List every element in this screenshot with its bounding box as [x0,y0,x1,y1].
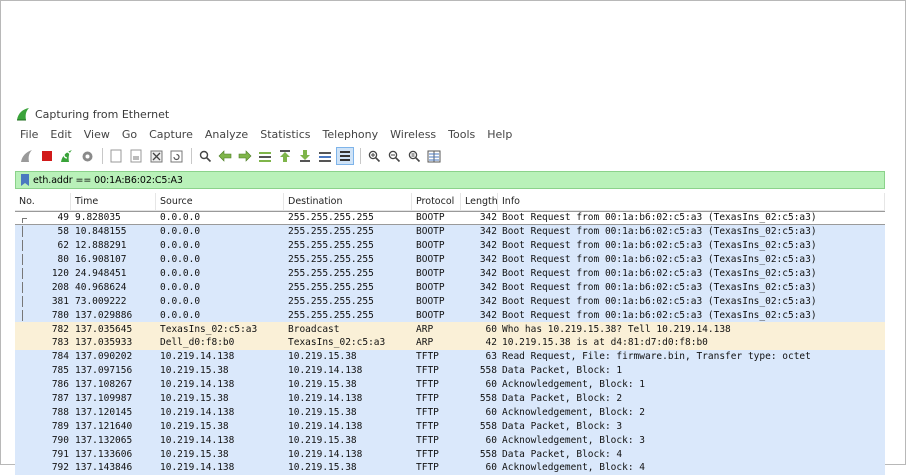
forward-arrow-icon[interactable] [236,147,254,165]
resize-columns-icon[interactable] [425,147,443,165]
window-title: Capturing from Ethernet [35,107,170,121]
packet-row[interactable]: 789 137.121640 10.219.15.38 10.219.14.13… [15,419,885,434]
packet-row[interactable]: 784 137.090202 10.219.14.138 10.219.15.3… [15,349,885,364]
menu-wireless[interactable]: Wireless [384,128,442,141]
menu-bar: File Edit View Go Capture Analyze Statis… [15,125,885,143]
display-filter-bar[interactable]: eth.addr == 00:1A:B6:02:C5:A3 [15,171,885,189]
toolbar-separator [360,148,361,164]
packet-row[interactable]: 58 10.848155 0.0.0.0 255.255.255.255 BOO… [15,224,885,239]
packet-row[interactable]: 208 40.968624 0.0.0.0 255.255.255.255 BO… [15,280,885,295]
menu-statistics[interactable]: Statistics [254,128,316,141]
packet-list: No. Time Source Destination Protocol Len… [15,193,885,475]
packet-row[interactable]: 62 12.888291 0.0.0.0 255.255.255.255 BOO… [15,238,885,253]
column-header-no[interactable]: No. [15,193,71,210]
column-header-source[interactable]: Source [156,193,284,210]
packet-row[interactable]: 80 16.908107 0.0.0.0 255.255.255.255 BOO… [15,252,885,267]
reload-icon[interactable] [167,147,185,165]
conversation-tree-line [20,309,26,321]
title-bar: Capturing from Ethernet [15,104,885,124]
toolbar-separator [191,148,192,164]
conversation-tree-line [20,268,26,279]
conversation-tree-line [20,226,26,238]
menu-help[interactable]: Help [481,128,518,141]
toolbar-separator [102,148,103,164]
wireshark-window: Capturing from Ethernet File Edit View G… [15,104,885,475]
normal-size-icon[interactable] [405,147,423,165]
screenshot-frame: Capturing from Ethernet File Edit View G… [0,0,906,475]
open-file-icon[interactable] [107,147,125,165]
conversation-tree-line [20,240,26,252]
menu-file[interactable]: File [15,128,44,141]
auto-scroll-icon[interactable] [316,147,334,165]
packet-row[interactable]: 785 137.097156 10.219.15.38 10.219.14.13… [15,363,885,378]
go-to-packet-icon[interactable] [256,147,274,165]
wireshark-fin-icon [17,108,29,121]
packet-row[interactable]: 783 137.035933 Dell_d0:f8:b0 TexasIns_02… [15,336,885,350]
first-packet-icon[interactable] [276,147,294,165]
save-file-icon[interactable] [127,147,145,165]
bookmark-icon[interactable] [20,173,30,187]
packet-list-header: No. Time Source Destination Protocol Len… [15,193,885,211]
packet-row[interactable]: 791 137.133606 10.219.15.38 10.219.14.13… [15,447,885,462]
close-file-icon[interactable] [147,147,165,165]
packet-row[interactable]: 782 137.035645 TexasIns_02:c5:a3 Broadca… [15,322,885,337]
conversation-tree-line [20,281,26,293]
conversation-tree-line [20,254,26,266]
packet-row[interactable]: 120 24.948451 0.0.0.0 255.255.255.255 BO… [15,266,885,281]
column-header-length[interactable]: Length [461,193,498,210]
column-header-info[interactable]: Info [498,193,885,210]
last-packet-icon[interactable] [296,147,314,165]
column-header-protocol[interactable]: Protocol [412,193,461,210]
zoom-in-icon[interactable] [365,147,383,165]
zoom-out-icon[interactable] [385,147,403,165]
menu-telephony[interactable]: Telephony [317,128,385,141]
column-header-destination[interactable]: Destination [284,193,412,210]
display-filter-input[interactable]: eth.addr == 00:1A:B6:02:C5:A3 [33,175,183,186]
menu-go[interactable]: Go [116,128,143,141]
packet-row[interactable]: 780 137.029886 0.0.0.0 255.255.255.255 B… [15,308,885,323]
packet-row[interactable]: 786 137.108267 10.219.14.138 10.219.15.3… [15,377,885,392]
menu-analyze[interactable]: Analyze [199,128,254,141]
packet-row[interactable]: 788 137.120145 10.219.14.138 10.219.15.3… [15,405,885,420]
packet-row[interactable]: 787 137.109987 10.219.15.38 10.219.14.13… [15,391,885,406]
options-gear-icon[interactable] [78,147,96,165]
packet-row[interactable]: 790 137.132065 10.219.14.138 10.219.15.3… [15,433,885,448]
menu-capture[interactable]: Capture [143,128,199,141]
conversation-tree-line [20,212,27,224]
stop-icon[interactable] [38,147,56,165]
packet-row[interactable]: 49 9.828035 0.0.0.0 255.255.255.255 BOOT… [15,211,885,225]
column-header-time[interactable]: Time [71,193,156,210]
packet-row[interactable]: 381 73.009222 0.0.0.0 255.255.255.255 BO… [15,294,885,309]
packet-row[interactable]: 792 137.143846 10.219.14.138 10.219.15.3… [15,461,885,475]
find-icon[interactable] [196,147,214,165]
menu-tools[interactable]: Tools [442,128,481,141]
colorize-icon[interactable] [336,147,354,165]
restart-icon[interactable] [58,147,76,165]
menu-view[interactable]: View [78,128,116,141]
menu-edit[interactable]: Edit [44,128,77,141]
shark-fin-start-icon[interactable] [18,147,36,165]
conversation-tree-line [20,295,26,307]
main-toolbar [15,145,885,167]
back-arrow-icon[interactable] [216,147,234,165]
